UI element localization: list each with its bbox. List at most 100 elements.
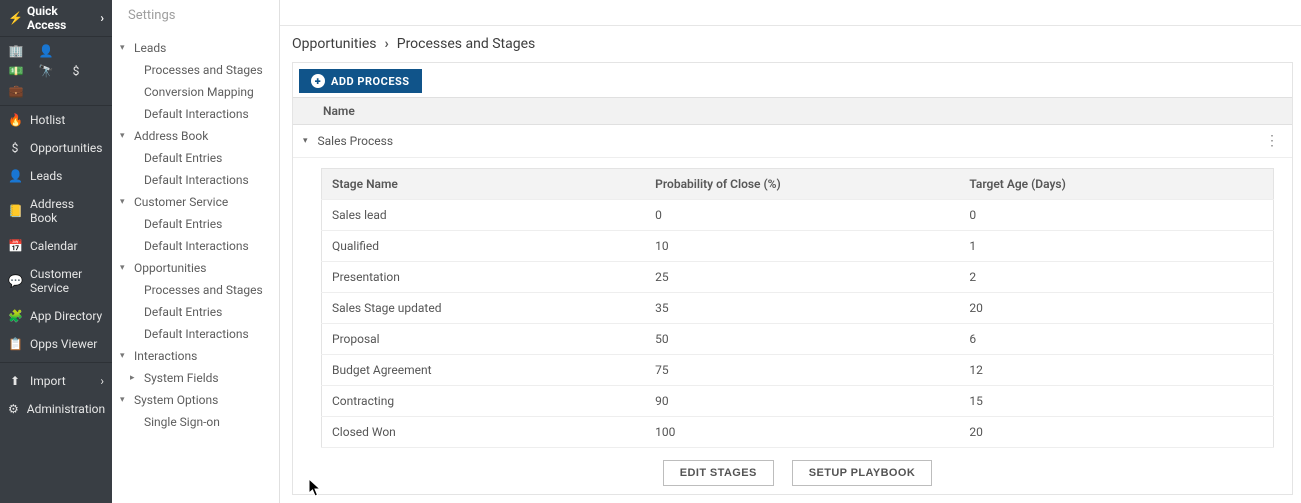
binoculars-icon[interactable]: 🔭 [38,64,54,78]
gear-icon: ⚙ [8,402,19,416]
tree-child-system-fields[interactable]: ▸System Fields [112,367,279,389]
stage-age: 0 [959,200,1273,231]
chevron-right-icon: › [100,11,104,25]
stage-prob: 25 [645,262,959,293]
tree-child-default-interactions[interactable]: Default Interactions [112,235,279,257]
tree-label: Conversion Mapping [144,83,254,101]
stage-row[interactable]: Closed Won10020 [322,417,1274,448]
stage-row[interactable]: Qualified101 [322,231,1274,262]
tree-parent-address-book[interactable]: ▾Address Book [112,125,279,147]
tree-child-conversion-mapping[interactable]: Conversion Mapping [112,81,279,103]
tree-child-default-entries[interactable]: Default Entries [112,147,279,169]
nav-icon: 👤 [8,169,22,183]
nav-administration[interactable]: ⚙ Administration › [0,395,112,423]
tree-child-default-interactions[interactable]: Default Interactions [112,103,279,125]
tree-label: Address Book [134,127,208,145]
nav-item-opps-viewer[interactable]: 📋Opps Viewer [0,330,112,358]
stage-actions: EDIT STAGES SETUP PLAYBOOK [321,448,1274,494]
quick-icon-grid: 🏢 👤 💵 🔭 $ 💼 [0,37,112,106]
tree-child-processes-and-stages[interactable]: Processes and Stages [112,59,279,81]
tree-parent-system-options[interactable]: ▾System Options [112,389,279,411]
stage-age: 15 [959,386,1273,417]
nav-icon: 📅 [8,239,22,253]
tree-child-processes-and-stages[interactable]: Processes and Stages [112,279,279,301]
tree-parent-leads[interactable]: ▾Leads [112,37,279,59]
stage-row[interactable]: Proposal506 [322,324,1274,355]
breadcrumb-root[interactable]: Opportunities [292,36,377,52]
row-menu-icon[interactable]: ⋮ [1265,133,1278,149]
tree-child-default-entries[interactable]: Default Entries [112,301,279,323]
nav-item-opportunities[interactable]: $ Opportunities [0,134,112,162]
nav-icon: $ [8,141,22,155]
stage-prob: 0 [645,200,959,231]
caret-down-icon: ▾ [120,39,130,57]
tree-label: Default Interactions [144,105,249,123]
tree-parent-interactions[interactable]: ▾Interactions [112,345,279,367]
process-name: Sales Process [318,134,394,148]
nav-import[interactable]: ⬆ Import › [0,367,112,395]
nav-label: Opportunities [30,141,102,155]
tree-child-default-entries[interactable]: Default Entries [112,213,279,235]
tree-parent-customer-service[interactable]: ▾Customer Service [112,191,279,213]
breadcrumb-leaf: Processes and Stages [397,36,535,52]
nav-icon: 🧩 [8,309,22,323]
dollar-icon[interactable]: $ [68,64,84,78]
person-icon[interactable]: 👤 [38,44,54,58]
tree-label: System Fields [144,369,219,387]
stage-prob: 35 [645,293,959,324]
tree-child-single-sign-on[interactable]: Single Sign-on [112,411,279,433]
chevron-right-icon: › [100,374,104,388]
edit-stages-button[interactable]: EDIT STAGES [663,460,774,486]
add-process-button[interactable]: + ADD PROCESS [299,69,422,93]
nav-label: Calendar [30,239,78,253]
stage-row[interactable]: Sales Stage updated3520 [322,293,1274,324]
caret-right-icon: ▸ [130,369,140,387]
nav-item-customer-service[interactable]: 💬Customer Service [0,260,112,302]
quick-access-header[interactable]: ⚡ Quick Access › [0,0,112,37]
setup-playbook-button[interactable]: SETUP PLAYBOOK [792,460,932,486]
caret-down-icon: ▾ [120,391,130,409]
tree-label: Default Interactions [144,171,249,189]
stage-name: Closed Won [322,417,646,448]
nav-label: Leads [30,169,62,183]
tree-child-default-interactions[interactable]: Default Interactions [112,169,279,191]
tree-child-default-interactions[interactable]: Default Interactions [112,323,279,345]
nav-icon: 📒 [8,204,22,218]
nav-label: Hotlist [30,113,65,127]
settings-title: Settings [112,4,279,31]
tree-label: Single Sign-on [144,413,220,431]
plus-circle-icon: + [311,74,325,88]
stage-row[interactable]: Contracting9015 [322,386,1274,417]
stage-name: Budget Agreement [322,355,646,386]
breadcrumb: Opportunities › Processes and Stages [280,26,1301,62]
building-icon[interactable]: 🏢 [8,44,24,58]
briefcase-icon[interactable]: 💼 [8,84,24,98]
stage-name: Contracting [322,386,646,417]
nav-label: Address Book [30,197,104,225]
stage-name: Proposal [322,324,646,355]
stage-prob: 100 [645,417,959,448]
nav-item-app-directory[interactable]: 🧩App Directory [0,302,112,330]
stage-prob: 75 [645,355,959,386]
nav-item-hotlist[interactable]: 🔥Hotlist [0,106,112,134]
stage-row[interactable]: Budget Agreement7512 [322,355,1274,386]
money-icon[interactable]: 💵 [8,64,24,78]
stage-row[interactable]: Sales lead00 [322,200,1274,231]
primary-nav-rail: ⚡ Quick Access › 🏢 👤 💵 🔭 $ 💼 🔥Hotlist $ Op… [0,0,112,503]
nav-item-leads[interactable]: 👤 Leads [0,162,112,190]
stage-row[interactable]: Presentation252 [322,262,1274,293]
stage-age: 12 [959,355,1273,386]
nav-item-address-book[interactable]: 📒 Address Book [0,190,112,232]
add-process-label: ADD PROCESS [331,75,410,88]
process-row[interactable]: ▾ Sales Process ⋮ [293,125,1292,158]
caret-down-icon: ▾ [120,259,130,277]
tree-label: Default Interactions [144,325,249,343]
tree-parent-opportunities[interactable]: ▾Opportunities [112,257,279,279]
nav-icon: 💬 [8,274,22,288]
caret-down-icon: ▾ [120,193,130,211]
tree-label: Opportunities [134,259,206,277]
stage-name: Sales Stage updated [322,293,646,324]
caret-down-icon: ▾ [120,127,130,145]
tree-label: Processes and Stages [144,61,263,79]
nav-item-calendar[interactable]: 📅 Calendar [0,232,112,260]
